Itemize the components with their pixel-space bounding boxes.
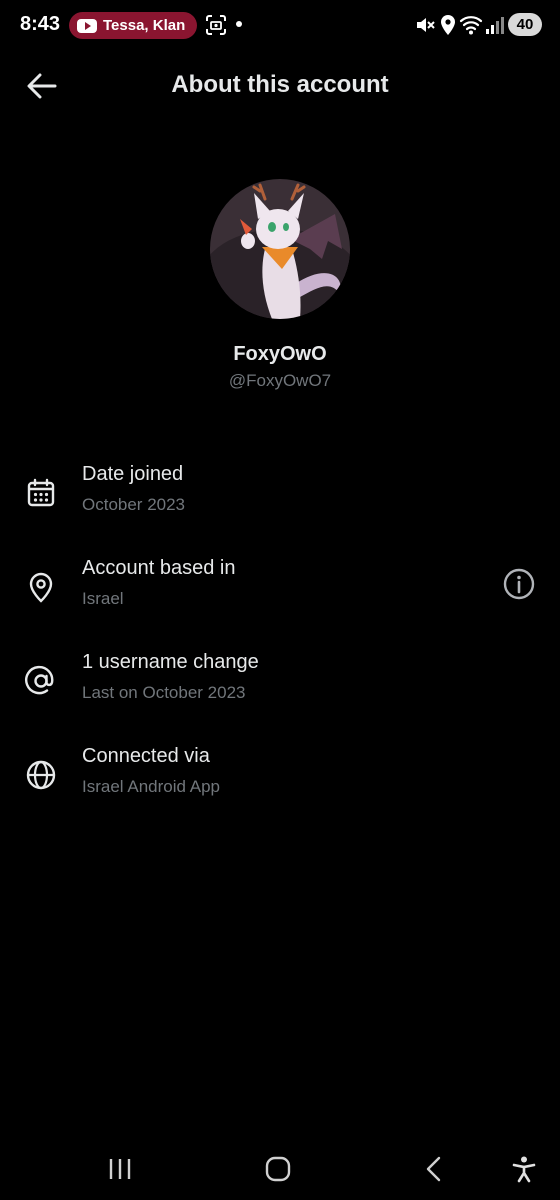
battery-icon: 40 <box>508 13 542 36</box>
nav-back-button[interactable] <box>414 1152 454 1186</box>
display-name: FoxyOwO <box>233 343 327 365</box>
avatar-image <box>210 179 350 319</box>
row-connected-via: Connected via Israel Android App <box>0 745 560 815</box>
recents-button[interactable] <box>100 1152 140 1186</box>
recents-icon <box>109 1159 131 1179</box>
globe-icon <box>26 760 56 790</box>
status-time: 8:43 <box>20 13 61 35</box>
row-account-based-in: Account based in Israel <box>0 557 560 627</box>
calendar-icon <box>27 478 55 507</box>
location-icon <box>441 15 455 35</box>
avatar[interactable] <box>210 179 350 319</box>
signal-icon <box>486 17 504 34</box>
notification-text: Tessa, Klan <box>103 17 186 34</box>
status-bar: 8:43 Tessa, Klan 40 <box>0 0 560 52</box>
info-icon[interactable] <box>502 567 536 601</box>
wifi-icon <box>459 16 483 35</box>
row-date-joined: Date joined October 2023 <box>0 463 560 533</box>
mute-icon <box>417 18 435 32</box>
at-sign-icon <box>25 665 54 695</box>
notification-dot <box>236 21 242 27</box>
screenshot-icon <box>206 15 226 35</box>
page-title: About this account <box>171 71 389 98</box>
home-button[interactable] <box>258 1152 298 1186</box>
row-title: 1 username change <box>82 651 259 673</box>
row-subtitle: Israel Android App <box>82 777 220 796</box>
row-subtitle: Israel <box>82 589 124 608</box>
location-pin-icon <box>29 572 53 603</box>
system-nav-bar <box>0 1140 560 1200</box>
row-subtitle: October 2023 <box>82 495 186 514</box>
youtube-notification-pill[interactable]: Tessa, Klan <box>69 12 197 39</box>
row-title: Connected via <box>82 745 210 767</box>
home-icon <box>265 1156 291 1182</box>
row-title: Account based in <box>82 557 236 579</box>
youtube-icon <box>77 18 97 33</box>
back-icon <box>426 1156 441 1182</box>
row-subtitle: Last on October 2023 <box>82 683 246 702</box>
username-handle: @FoxyOwO7 <box>228 371 332 390</box>
accessibility-icon <box>512 1156 536 1183</box>
row-title: Date joined <box>82 463 184 485</box>
accessibility-button[interactable] <box>504 1152 544 1186</box>
row-username-change: 1 username change Last on October 2023 <box>0 651 560 721</box>
